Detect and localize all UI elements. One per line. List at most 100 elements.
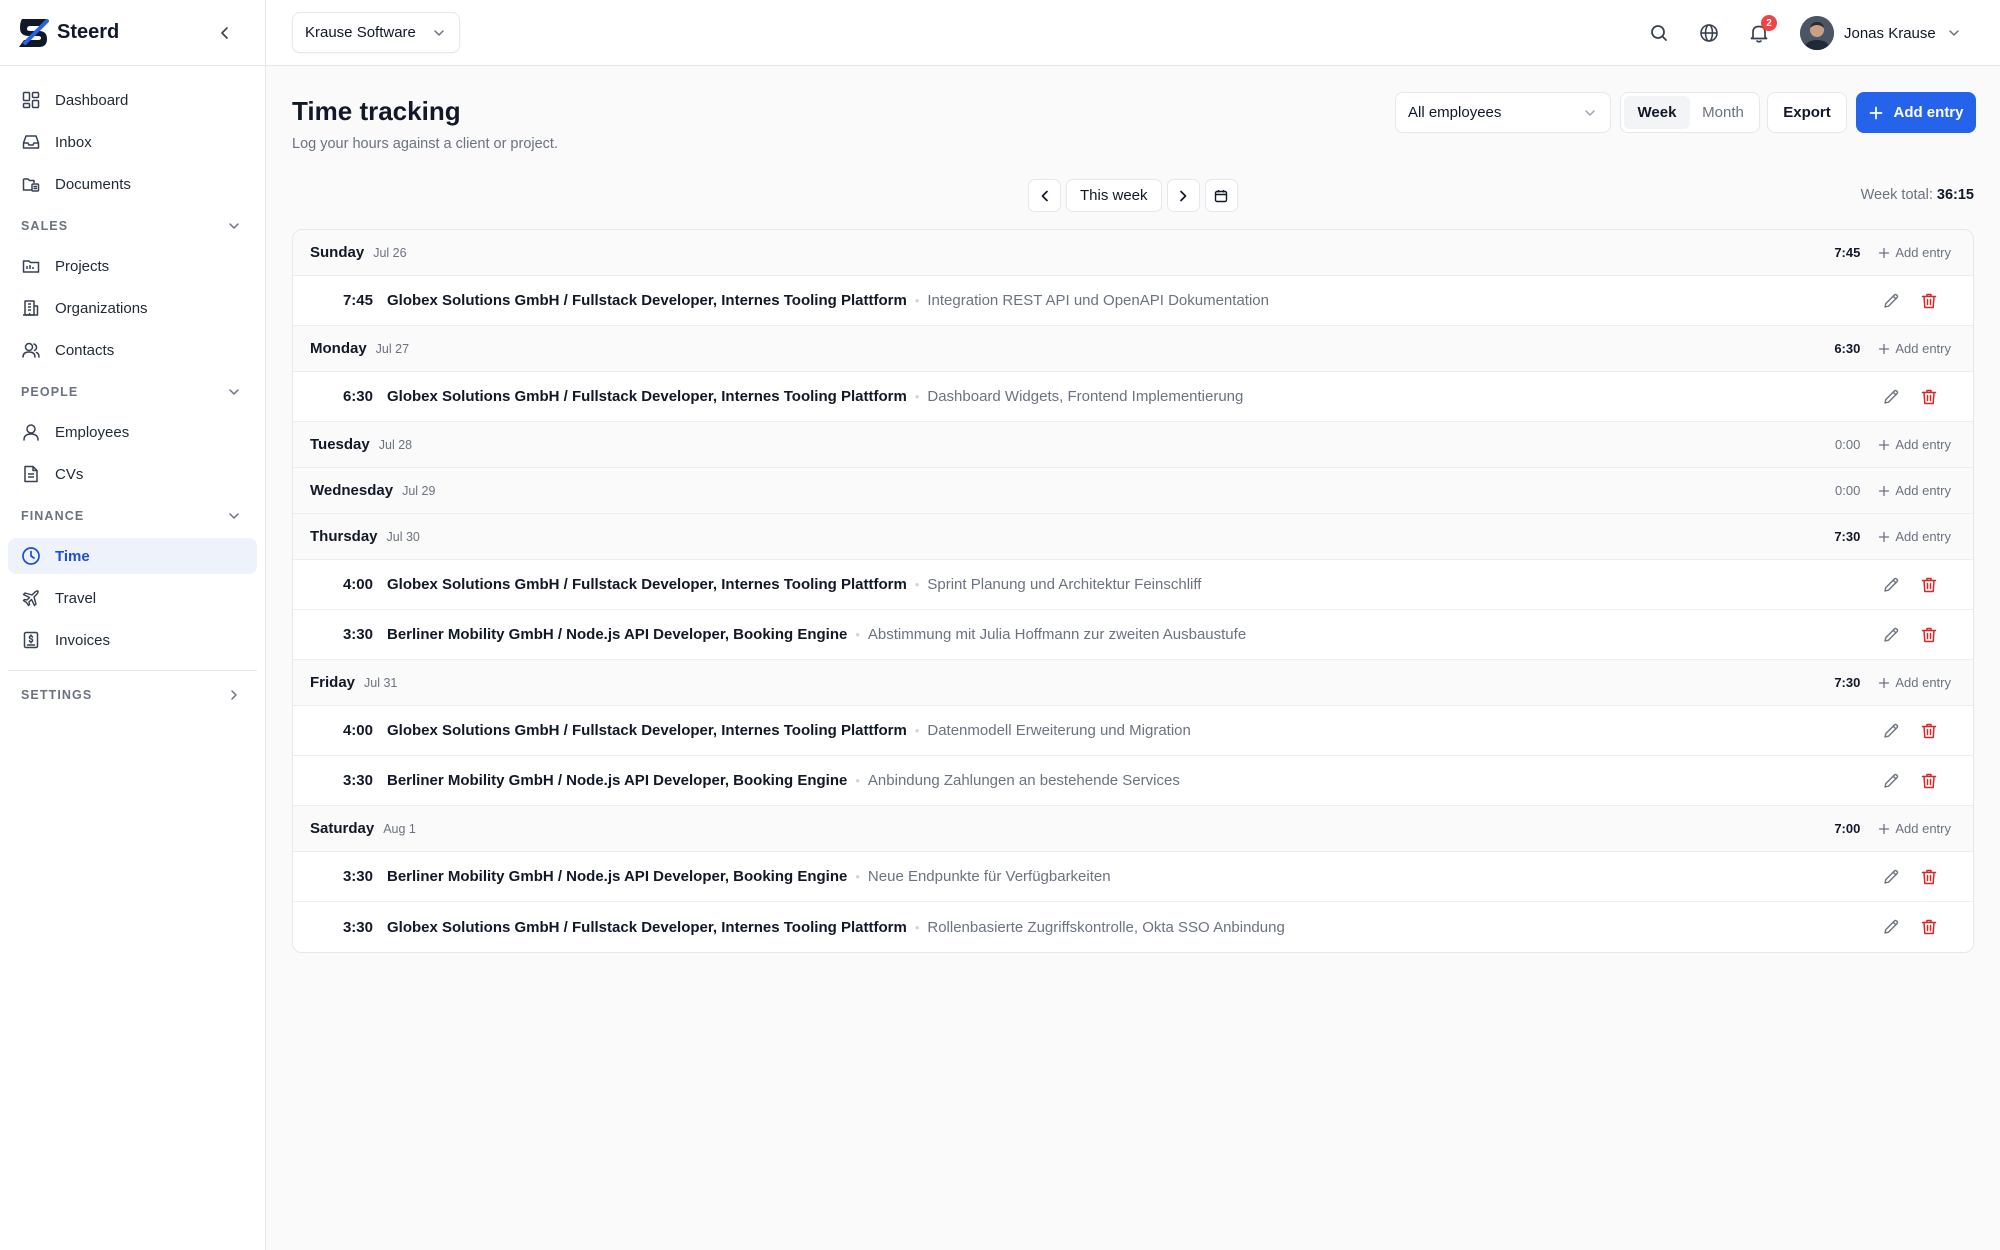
entry-client-project: Berliner Mobility GmbH / Node.js API Dev… — [387, 626, 848, 643]
edit-entry-pencil-icon[interactable] — [1881, 771, 1901, 791]
sidebar-item-documents[interactable]: Documents — [8, 166, 257, 202]
people-section-toggle[interactable]: PEOPLE — [8, 374, 257, 410]
employee-filter-value: All employees — [1408, 104, 1502, 121]
day-add-entry-button[interactable]: Add entry — [1878, 675, 1951, 690]
sidebar-item-contacts[interactable]: Contacts — [8, 332, 257, 368]
delete-entry-trash-icon[interactable] — [1919, 575, 1939, 595]
time-entry-row[interactable]: 3:30 Globex Solutions GmbH / Fullstack D… — [293, 902, 1973, 952]
plus-icon — [1870, 106, 1883, 119]
sales-section-toggle[interactable]: SALES — [8, 208, 257, 244]
sidebar-item-projects[interactable]: Projects — [8, 248, 257, 284]
delete-entry-trash-icon[interactable] — [1919, 625, 1939, 645]
user-menu[interactable]: Jonas Krause — [1800, 14, 1962, 52]
time-entry-row[interactable]: 4:00 Globex Solutions GmbH / Fullstack D… — [293, 706, 1973, 756]
sidebar-item-label: Time — [55, 547, 90, 565]
date-picker-button[interactable] — [1204, 179, 1238, 212]
chevron-down-icon — [229, 389, 239, 395]
time-entry-row[interactable]: 3:30 Berliner Mobility GmbH / Node.js AP… — [293, 610, 1973, 660]
sidebar-item-label: CVs — [55, 465, 84, 483]
day-add-entry-button[interactable]: Add entry — [1878, 437, 1951, 452]
language-button[interactable] — [1697, 21, 1721, 45]
topbar: Krause Software 2 Jonas Krause — [266, 0, 2000, 66]
building-icon — [23, 300, 39, 316]
sidebar-item-invoices[interactable]: Invoices — [8, 622, 257, 658]
organization-select[interactable]: Krause Software — [292, 12, 460, 53]
day-add-entry-button[interactable]: Add entry — [1878, 821, 1951, 836]
day-add-entry-label: Add entry — [1895, 821, 1951, 836]
sidebar-divider — [8, 670, 257, 671]
day-total: 6:30 — [1834, 341, 1861, 356]
sidebar-item-cvs[interactable]: CVs — [8, 456, 257, 492]
section-title: SETTINGS — [21, 688, 93, 702]
sidebar-item-label: Invoices — [55, 631, 111, 649]
time-entry-row[interactable]: 7:45 Globex Solutions GmbH / Fullstack D… — [293, 276, 1973, 326]
collapse-sidebar-button[interactable] — [213, 21, 237, 45]
edit-entry-pencil-icon[interactable] — [1881, 721, 1901, 741]
time-entry-row[interactable]: 3:30 Berliner Mobility GmbH / Node.js AP… — [293, 756, 1973, 806]
user-icon — [23, 424, 39, 441]
sidebar-item-label: Inbox — [55, 133, 92, 151]
delete-entry-trash-icon[interactable] — [1919, 917, 1939, 937]
entry-duration: 3:30 — [342, 868, 373, 885]
day-add-entry-label: Add entry — [1895, 437, 1951, 452]
steerd-logo-icon[interactable] — [16, 16, 50, 50]
page-title: Time tracking — [292, 96, 461, 126]
entry-duration: 4:00 — [342, 576, 373, 593]
main-content: Time tracking Log your hours against a c… — [266, 66, 2000, 1250]
edit-entry-pencil-icon[interactable] — [1881, 625, 1901, 645]
settings-section-toggle[interactable]: SETTINGS — [8, 677, 257, 713]
sidebar-item-label: Dashboard — [55, 91, 129, 109]
sidebar-item-time[interactable]: Time — [8, 538, 257, 574]
sidebar-item-label: Employees — [55, 423, 130, 441]
day-total: 7:30 — [1834, 675, 1861, 690]
separator-dot: • — [914, 723, 920, 738]
entry-description: Neue Endpunkte für Verfügbarkeiten — [867, 868, 1111, 885]
this-week-button[interactable]: This week — [1066, 179, 1162, 212]
employee-filter-select[interactable]: All employees — [1395, 92, 1611, 133]
edit-entry-pencil-icon[interactable] — [1881, 575, 1901, 595]
sidebar-item-organizations[interactable]: Organizations — [8, 290, 257, 326]
delete-entry-trash-icon[interactable] — [1919, 387, 1939, 407]
day-total: 0:00 — [1835, 483, 1861, 498]
add-entry-button[interactable]: Add entry — [1856, 92, 1976, 133]
sidebar-nav: Dashboard Inbox Documents SALES Projects… — [0, 66, 265, 733]
entry-description: Anbindung Zahlungen an bestehende Servic… — [867, 772, 1180, 789]
delete-entry-trash-icon[interactable] — [1919, 771, 1939, 791]
day-add-entry-button[interactable]: Add entry — [1878, 529, 1951, 544]
day-add-entry-label: Add entry — [1895, 529, 1951, 544]
edit-entry-pencil-icon[interactable] — [1881, 291, 1901, 311]
day-date: Jul 29 — [402, 483, 436, 498]
day-date: Jul 31 — [364, 675, 398, 690]
edit-entry-pencil-icon[interactable] — [1881, 387, 1901, 407]
edit-entry-pencil-icon[interactable] — [1881, 867, 1901, 887]
delete-entry-trash-icon[interactable] — [1919, 867, 1939, 887]
day-add-entry-button[interactable]: Add entry — [1878, 341, 1951, 356]
notifications-button[interactable]: 2 — [1747, 15, 1777, 45]
section-title: SALES — [21, 219, 69, 233]
next-week-button[interactable] — [1166, 179, 1200, 212]
view-month-button[interactable]: Month — [1690, 96, 1756, 129]
time-entry-row[interactable]: 3:30 Berliner Mobility GmbH / Node.js AP… — [293, 852, 1973, 902]
sidebar-item-dashboard[interactable]: Dashboard — [8, 82, 257, 118]
time-entry-row[interactable]: 4:00 Globex Solutions GmbH / Fullstack D… — [293, 560, 1973, 610]
day-header-tuesday: Tuesday Jul 28 0:00 Add entry — [293, 422, 1973, 468]
day-add-entry-button[interactable]: Add entry — [1878, 245, 1951, 260]
separator-dot: • — [855, 773, 860, 788]
delete-entry-trash-icon[interactable] — [1919, 291, 1939, 311]
organization-name: Krause Software — [305, 24, 416, 41]
view-week-button[interactable]: Week — [1624, 96, 1690, 129]
day-date: Jul 26 — [373, 245, 407, 260]
time-entry-row[interactable]: 6:30 Globex Solutions GmbH / Fullstack D… — [293, 372, 1973, 422]
day-name: Saturday — [310, 820, 375, 837]
day-add-entry-button[interactable]: Add entry — [1878, 483, 1951, 498]
sidebar-item-inbox[interactable]: Inbox — [8, 124, 257, 160]
export-button[interactable]: Export — [1767, 92, 1847, 133]
sidebar-item-travel[interactable]: Travel — [8, 580, 257, 616]
finance-section-toggle[interactable]: FINANCE — [8, 498, 257, 534]
search-button[interactable] — [1647, 21, 1671, 45]
user-name: Jonas Krause — [1844, 24, 1936, 42]
delete-entry-trash-icon[interactable] — [1919, 721, 1939, 741]
sidebar-item-employees[interactable]: Employees — [8, 414, 257, 450]
edit-entry-pencil-icon[interactable] — [1881, 917, 1901, 937]
previous-week-button[interactable] — [1028, 179, 1061, 212]
